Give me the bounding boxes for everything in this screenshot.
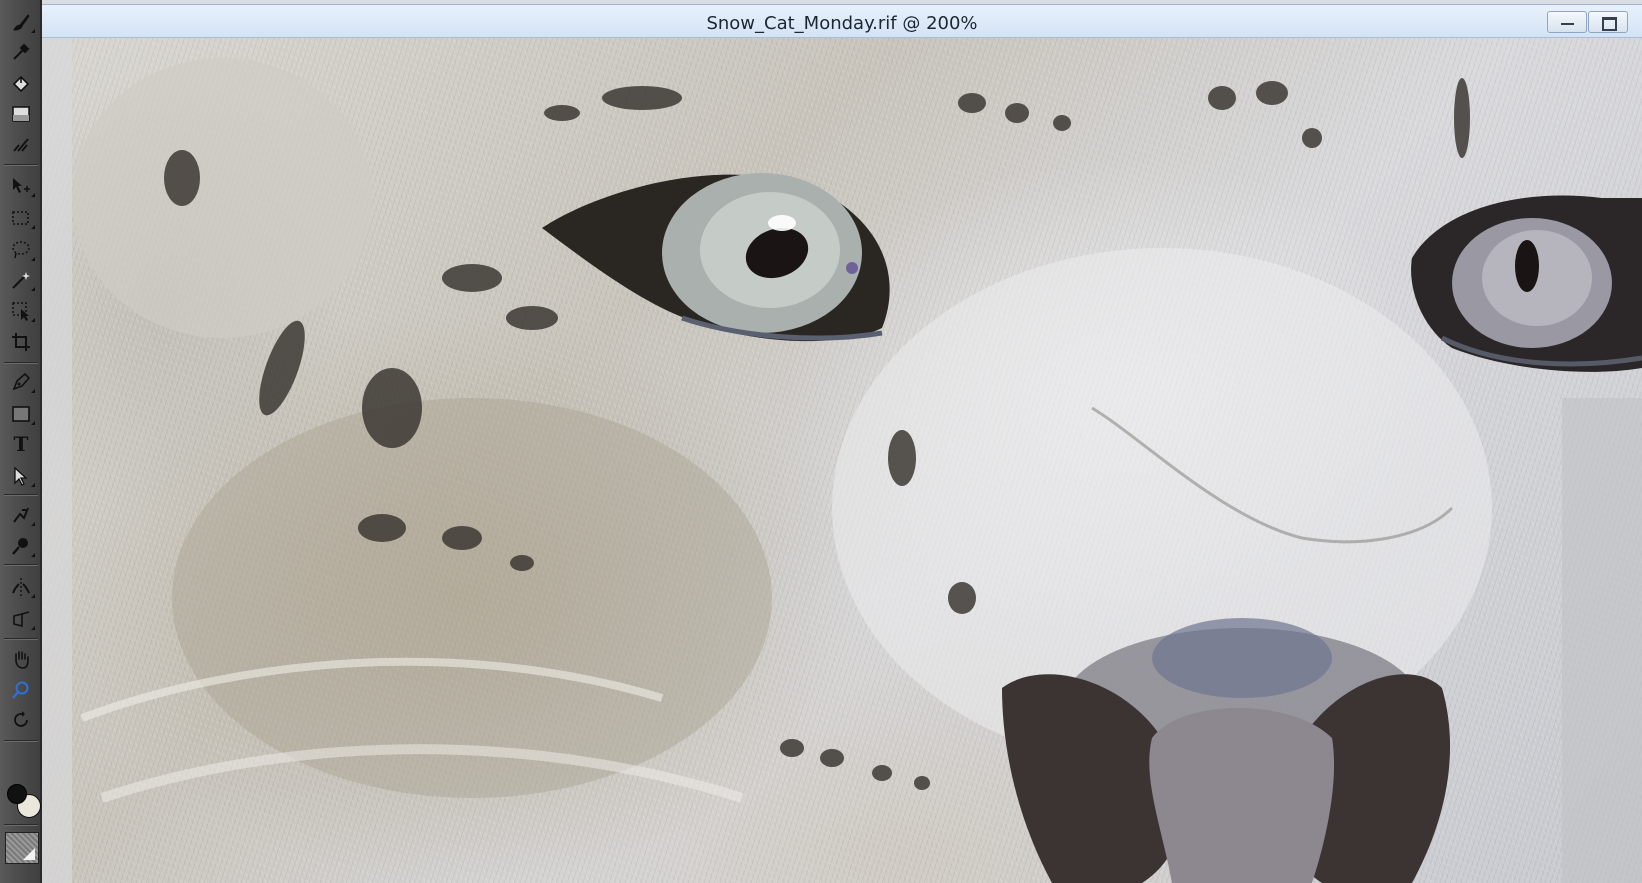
maximize-button[interactable]	[1588, 11, 1628, 33]
rectangular-selection-icon	[12, 211, 29, 225]
cloner-icon	[13, 507, 29, 523]
minimize-button[interactable]	[1547, 11, 1587, 33]
dodge-icon	[12, 538, 28, 555]
brush-icon	[13, 14, 30, 31]
lasso-icon	[12, 241, 30, 259]
layer-adjuster-icon	[13, 178, 30, 193]
eraser-icon	[12, 106, 30, 122]
crop-tool-button[interactable]	[5, 328, 37, 356]
mirror-painting-icon	[12, 578, 30, 596]
eraser-tool-button[interactable]	[5, 100, 37, 128]
blender-tool-button[interactable]	[5, 130, 37, 158]
document-window: Snow_Cat_Monday.rif @ 200%	[42, 0, 1642, 883]
lasso-tool-button[interactable]	[5, 236, 37, 264]
selection-adjuster-tool-button[interactable]	[5, 297, 37, 325]
document-title: Snow_Cat_Monday.rif @ 200%	[706, 13, 978, 34]
paint-bucket-icon	[12, 75, 30, 93]
magnifier-icon	[12, 681, 29, 699]
main-color-swatch[interactable]	[7, 784, 27, 804]
blender-icon	[13, 138, 29, 152]
painting-canvas[interactable]	[42, 38, 1642, 883]
dropper-tool-button[interactable]	[5, 38, 37, 66]
rotate-page-icon	[14, 711, 28, 727]
paint-bucket-tool-button[interactable]	[5, 70, 37, 98]
rectangle-shape-icon	[12, 406, 30, 422]
magnifier-tool-button[interactable]	[5, 676, 37, 704]
rectangular-selection-tool-button[interactable]	[5, 204, 37, 232]
snow-leopard-artwork	[42, 38, 1642, 883]
shape-selection-icon	[14, 466, 28, 486]
cloner-tool-button[interactable]	[5, 501, 37, 529]
magic-wand-tool-button[interactable]	[5, 266, 37, 294]
left-eye	[542, 173, 890, 342]
dodge-tool-button[interactable]	[5, 532, 37, 560]
layer-adjuster-tool-button[interactable]	[5, 172, 37, 200]
rotate-page-tool-button[interactable]	[5, 706, 37, 734]
pen-icon	[12, 372, 31, 391]
painter-app: T Snow_Cat_Monday.rif @ 200%	[0, 0, 1642, 883]
perspective-guides-icon	[13, 611, 30, 628]
brush-tool-button[interactable]	[5, 8, 37, 36]
crop-icon	[12, 333, 30, 351]
mirror-painting-tool-button[interactable]	[5, 573, 37, 601]
toolbox-panel: T	[0, 0, 42, 883]
rectangle-shape-tool-button[interactable]	[5, 400, 37, 428]
pen-tool-button[interactable]	[5, 368, 37, 396]
paper-texture-selector[interactable]	[5, 832, 39, 864]
perspective-guides-tool-button[interactable]	[5, 605, 37, 633]
hand-icon	[15, 651, 29, 669]
text-tool-button[interactable]: T	[5, 430, 37, 458]
grabber-tool-button[interactable]	[5, 645, 37, 673]
selection-adjuster-icon	[12, 302, 29, 321]
document-title-bar[interactable]: Snow_Cat_Monday.rif @ 200%	[42, 4, 1642, 38]
right-eye	[1411, 195, 1642, 372]
shape-selection-tool-button[interactable]	[5, 462, 37, 490]
color-selector[interactable]	[5, 782, 41, 818]
magic-wand-icon	[12, 272, 30, 289]
text-icon: T	[13, 432, 29, 456]
dropper-icon	[13, 43, 30, 60]
